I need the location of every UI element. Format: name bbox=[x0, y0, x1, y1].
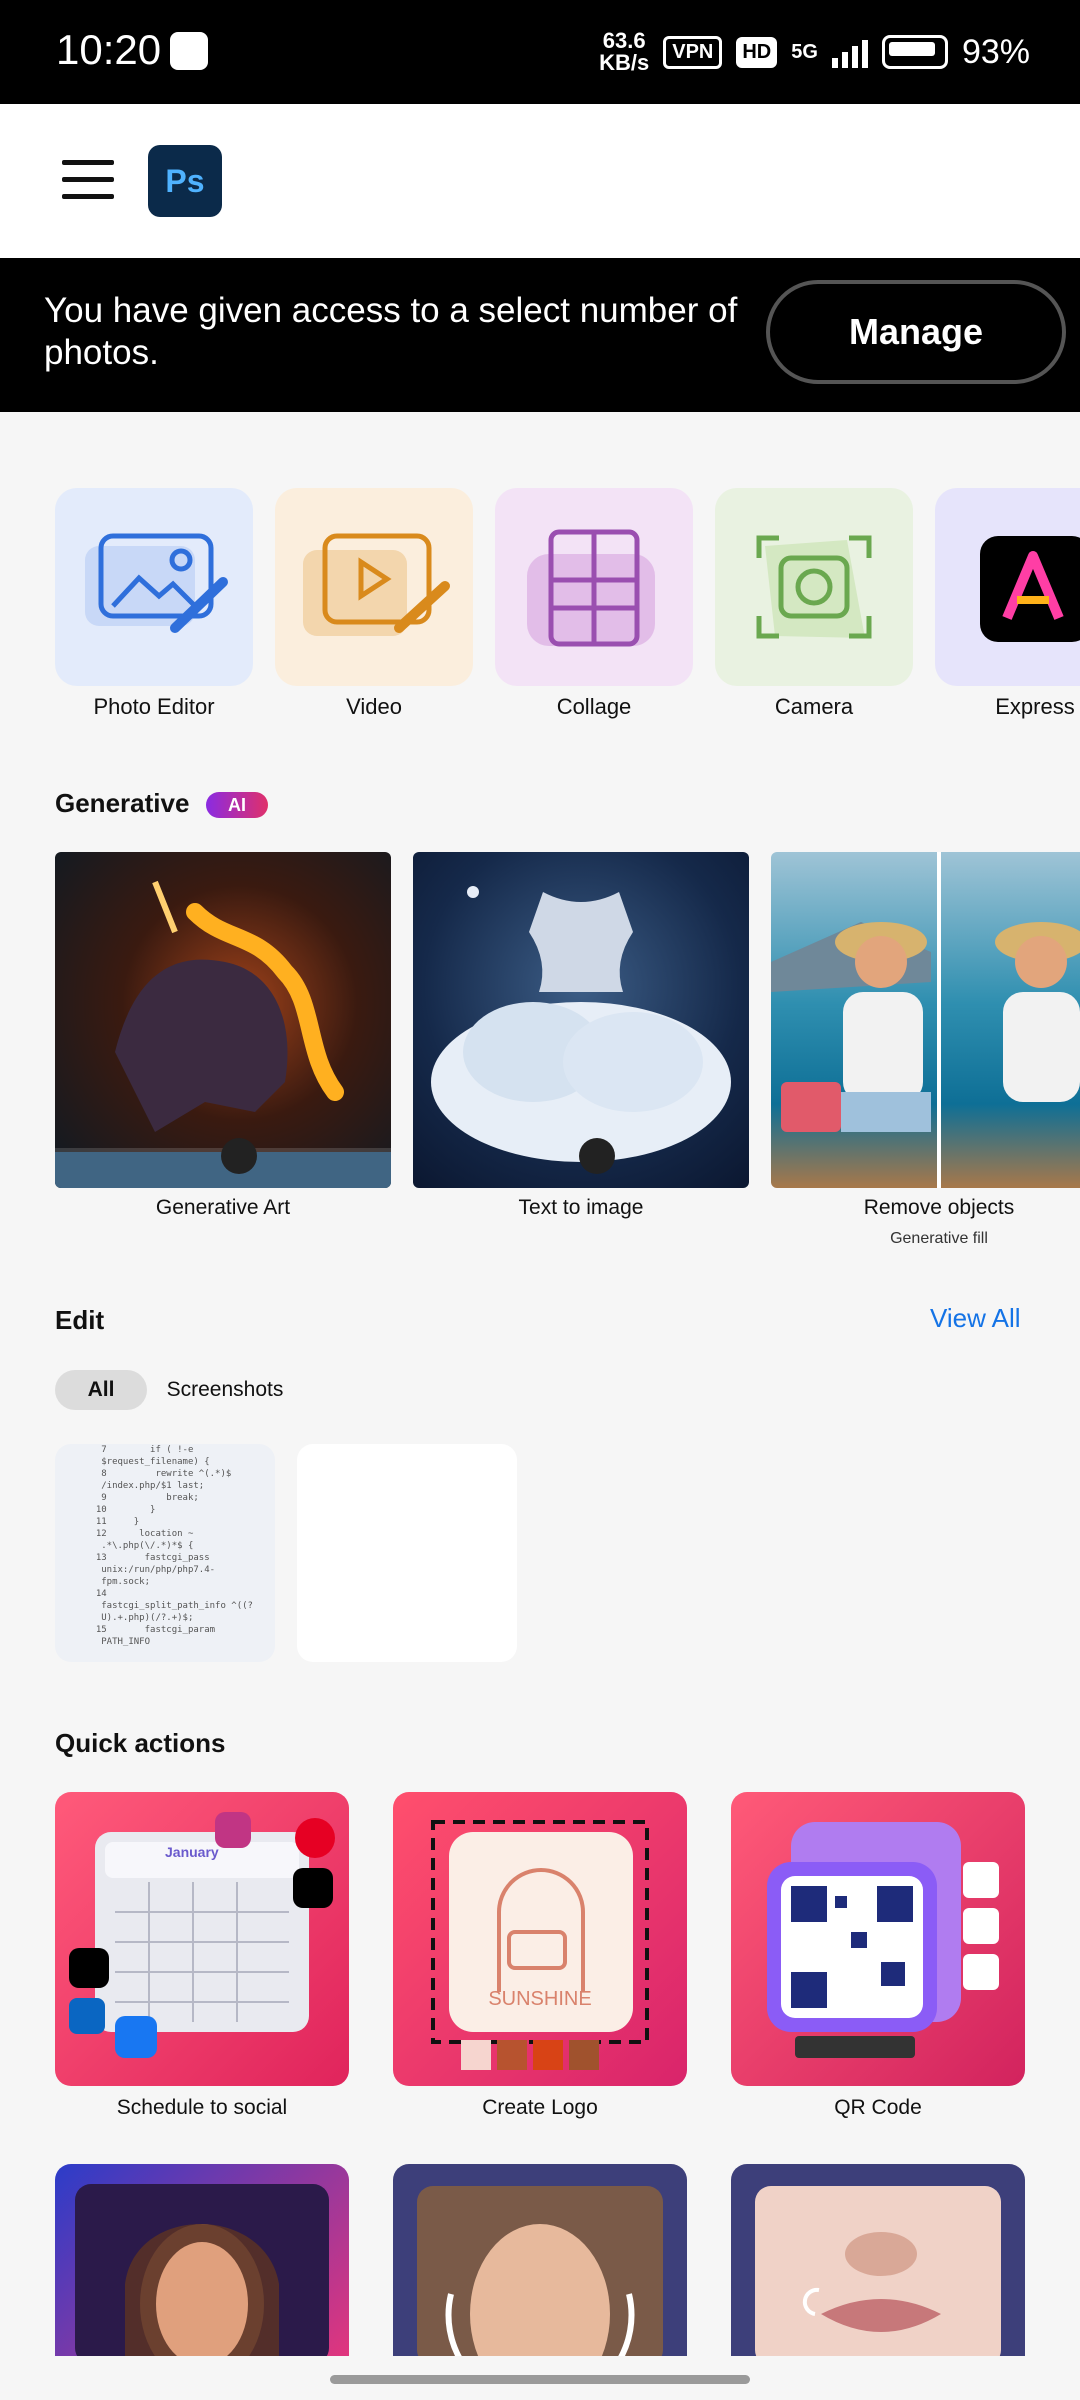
social-calendar-illustration bbox=[69, 1812, 335, 2058]
banner-message: You have given access to a select number… bbox=[44, 291, 738, 372]
status-icons: 63.6 KB/s VPN HD 5G 93% bbox=[599, 30, 1030, 74]
notification-app-icon bbox=[170, 32, 208, 70]
beach-woman-image bbox=[771, 852, 1080, 1188]
gen-label-generative-art: Generative Art bbox=[155, 1196, 291, 1219]
status-bar: 10:20 63.6 KB/s VPN HD 5G 93% bbox=[0, 0, 1080, 104]
gen-label-remove-objects: Remove objects bbox=[863, 1196, 1015, 1219]
photo-editor-tile[interactable] bbox=[55, 488, 253, 686]
manage-button[interactable]: Manage bbox=[766, 280, 1066, 384]
gen-label-text-to-image: Text to image bbox=[518, 1196, 644, 1219]
fire-unicorn-image bbox=[55, 880, 391, 1188]
hd-icon: HD bbox=[736, 36, 778, 68]
network-speed-value: 63.6 bbox=[602, 28, 646, 53]
collage-tile[interactable] bbox=[495, 488, 693, 686]
network-type: 5G bbox=[791, 41, 818, 63]
qr-code-illustration bbox=[767, 1822, 999, 2058]
cup-logo-illustration bbox=[431, 1820, 649, 2070]
network-speed: 63.6 KB/s bbox=[599, 30, 649, 74]
create-logo-card[interactable]: SUNSHINE bbox=[393, 1792, 687, 2086]
photoshop-logo: Ps bbox=[148, 145, 222, 217]
text-to-image-card[interactable] bbox=[413, 852, 749, 1188]
express-tile[interactable] bbox=[935, 488, 1080, 686]
gen-sublabel-generative-fill: Generative fill bbox=[890, 1230, 988, 1247]
ai-badge: AI bbox=[206, 792, 268, 818]
cloud-dress-image bbox=[431, 886, 731, 1174]
blank-thumbnail[interactable] bbox=[297, 1444, 517, 1662]
vpn-icon: VPN bbox=[663, 35, 723, 69]
video-icon bbox=[303, 533, 450, 636]
calendar-month: January bbox=[165, 1844, 219, 1860]
quick-action-lips-card[interactable] bbox=[731, 2164, 1025, 2364]
screenshot-thumbnail[interactable]: 7 if ( !-e $request_filename) { 8 rewrit… bbox=[55, 1444, 275, 1662]
tool-label-camera: Camera bbox=[774, 694, 854, 719]
tool-label-video: Video bbox=[346, 694, 402, 719]
remove-objects-card[interactable] bbox=[771, 852, 1080, 1188]
chip-screenshots[interactable]: Screenshots bbox=[160, 1370, 290, 1410]
camera-tile[interactable] bbox=[715, 488, 913, 686]
quick-action-face-card[interactable] bbox=[393, 2164, 687, 2364]
quick-actions-title: Quick actions bbox=[55, 1728, 226, 1758]
network-speed-unit: KB/s bbox=[599, 50, 650, 75]
qa-label-schedule: Schedule to social bbox=[116, 2096, 288, 2119]
camera-icon bbox=[756, 535, 872, 639]
tool-label-express: Express bbox=[995, 694, 1075, 719]
face-portrait-image bbox=[417, 2186, 663, 2364]
chip-all[interactable]: All bbox=[55, 1370, 147, 1410]
signal-icon bbox=[831, 36, 868, 68]
quick-action-portrait-neon-card[interactable] bbox=[55, 2164, 349, 2364]
home-indicator[interactable] bbox=[330, 2375, 750, 2384]
qr-code-card[interactable] bbox=[731, 1792, 1025, 2086]
generative-title: Generative bbox=[55, 788, 190, 818]
battery-percent: 93% bbox=[961, 32, 1030, 71]
express-icon bbox=[980, 536, 1080, 642]
view-all-link[interactable]: View All bbox=[930, 1303, 1021, 1334]
code-screenshot-text: 7 if ( !-e $request_filename) { 8 rewrit… bbox=[55, 1444, 275, 1662]
video-tile[interactable] bbox=[275, 488, 473, 686]
qa-label-create-logo: Create Logo bbox=[482, 2096, 598, 2119]
logo-wordmark: SUNSHINE bbox=[488, 1988, 592, 2010]
tool-label-collage: Collage bbox=[556, 694, 632, 719]
generative-art-card[interactable] bbox=[55, 852, 391, 1188]
collage-icon bbox=[527, 529, 655, 647]
edit-title: Edit bbox=[55, 1305, 105, 1335]
lips-closeup-image bbox=[755, 2186, 1001, 2364]
hamburger-menu-icon[interactable] bbox=[62, 160, 114, 200]
neon-portrait-image bbox=[75, 2184, 329, 2364]
tool-label-photo-editor: Photo Editor bbox=[93, 694, 215, 719]
photo-editor-icon bbox=[85, 533, 228, 633]
battery-icon bbox=[881, 35, 948, 69]
status-time: 10:20 bbox=[56, 26, 162, 73]
qa-label-qr-code: QR Code bbox=[834, 2096, 922, 2119]
schedule-to-social-card[interactable]: January bbox=[55, 1792, 349, 2086]
